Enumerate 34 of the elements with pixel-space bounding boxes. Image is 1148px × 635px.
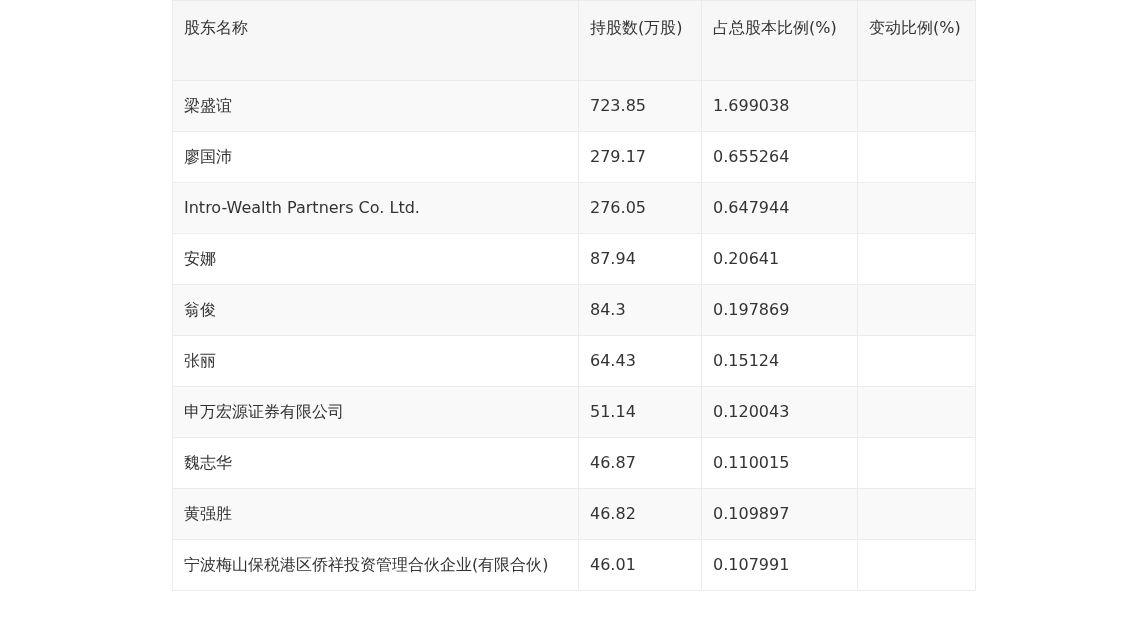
table-cell: 723.85: [578, 80, 702, 132]
table-cell: 279.17: [578, 131, 702, 183]
table-cell: 0.197869: [701, 284, 858, 336]
table-cell: 46.01: [578, 539, 702, 591]
column-header: 占总股本比例(%): [701, 0, 858, 81]
table-cell: 46.87: [578, 437, 702, 489]
table-cell: 84.3: [578, 284, 702, 336]
table-cell: 276.05: [578, 182, 702, 234]
table-cell: 梁盛谊: [172, 80, 579, 132]
table-cell: 64.43: [578, 335, 702, 387]
table-cell: 张丽: [172, 335, 579, 387]
table-cell: 魏志华: [172, 437, 579, 489]
table-cell: 0.655264: [701, 131, 858, 183]
table-cell: 廖国沛: [172, 131, 579, 183]
table-cell: 0.15124: [701, 335, 858, 387]
table-cell: 0.120043: [701, 386, 858, 438]
table-cell: 0.110015: [701, 437, 858, 489]
table-cell: 0.647944: [701, 182, 858, 234]
table-cell: Intro-Wealth Partners Co. Ltd.: [172, 182, 579, 234]
table-cell: 51.14: [578, 386, 702, 438]
column-header: 持股数(万股): [578, 0, 702, 81]
table-cell: 0.107991: [701, 539, 858, 591]
table-cell: 1.699038: [701, 80, 858, 132]
column-header: 变动比例(%): [857, 0, 976, 81]
table-cell: 黄强胜: [172, 488, 579, 540]
table-cell: 87.94: [578, 233, 702, 285]
table-cell: 安娜: [172, 233, 579, 285]
table-cell: 申万宏源证券有限公司: [172, 386, 579, 438]
table-cell: 翁俊: [172, 284, 579, 336]
table-cell: 宁波梅山保税港区侨祥投资管理合伙企业(有限合伙): [172, 539, 579, 591]
column-header: 股东名称: [172, 0, 579, 81]
table-cell: 0.20641: [701, 233, 858, 285]
table-cell: 46.82: [578, 488, 702, 540]
table-cell: 0.109897: [701, 488, 858, 540]
